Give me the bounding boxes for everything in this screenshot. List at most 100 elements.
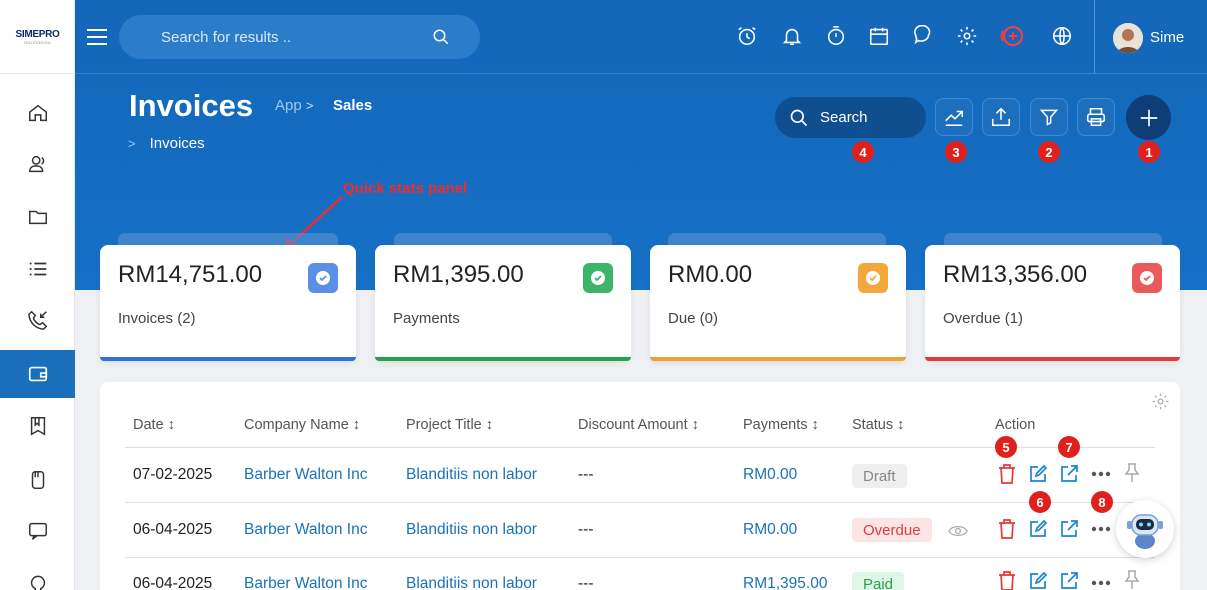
open-external-icon[interactable] [1058,463,1080,485]
page-title: Invoices [129,88,254,123]
search-label: Search [820,109,868,126]
sidebar-item-support[interactable] [0,560,75,590]
delete-icon[interactable] [996,518,1018,540]
assistant-bot-button[interactable] [1116,500,1174,558]
sidebar-item-contacts[interactable] [0,140,75,188]
menu-icon[interactable] [86,27,108,47]
col-date[interactable]: Date ↕ [133,417,175,433]
user-name[interactable]: Sime [1150,29,1184,46]
eye-icon[interactable] [948,524,968,538]
stat-card-invoices[interactable]: RM14,751.00 Invoices (2) [100,245,356,361]
cell-payments[interactable]: RM1,395.00 [743,575,827,590]
add-circle-icon[interactable] [998,22,1026,50]
filter-button[interactable] [1030,98,1068,136]
chat-icon [27,520,49,542]
stat-amount: RM1,395.00 [393,261,524,288]
stat-label: Payments [393,310,460,327]
invoice-search-button[interactable]: Search [775,97,926,138]
print-button[interactable] [1077,98,1115,136]
divider [125,502,1155,503]
edit-icon[interactable] [1027,570,1049,590]
cell-project-link[interactable]: Blanditiis non labor [406,575,537,590]
breadcrumb-sales[interactable]: Sales [333,97,372,114]
cell-discount: --- [578,521,594,538]
global-search[interactable]: Search for results .. [119,15,480,59]
avatar[interactable] [1113,23,1143,53]
stat-amount: RM14,751.00 [118,261,263,288]
stat-card-payments[interactable]: RM1,395.00 Payments [375,245,631,361]
stat-bar [925,357,1180,361]
cell-project-link[interactable]: Blanditiis non labor [406,521,537,539]
sidebar-item-files[interactable] [0,193,75,241]
sidebar-item-docs[interactable] [0,456,75,504]
annotation-label: Quick stats panel [343,180,468,197]
marker-8: 8 [1091,491,1113,513]
marker-4: 4 [852,141,874,163]
files-icon [27,469,49,491]
divider [125,557,1155,558]
sidebar-item-calls[interactable] [0,296,75,344]
check-badge-icon [308,263,338,293]
check-badge-icon [1132,263,1162,293]
col-project[interactable]: Project Title ↕ [406,417,493,433]
col-payments[interactable]: Payments ↕ [743,417,819,433]
search-icon [789,108,809,128]
cell-company-link[interactable]: Barber Walton Inc [244,466,367,484]
more-icon[interactable] [1090,572,1112,590]
stat-card-overdue[interactable]: RM13,356.00 Overdue (1) [925,245,1180,361]
cell-payments[interactable]: RM0.00 [743,466,797,484]
cell-project-link[interactable]: Blanditiis non labor [406,466,537,484]
marker-5: 5 [995,436,1017,458]
support-icon [27,573,49,590]
marker-6: 6 [1029,491,1051,513]
chat-icon[interactable] [910,22,938,50]
gear-icon[interactable] [953,22,981,50]
more-icon[interactable] [1090,463,1112,485]
cell-payments[interactable]: RM0.00 [743,521,797,539]
sidebar-item-home[interactable] [0,89,75,137]
breadcrumb-app[interactable]: App [275,97,302,114]
sidebar-item-list[interactable] [0,245,75,293]
edit-icon[interactable] [1027,463,1049,485]
timer-icon[interactable] [822,22,850,50]
stats-button[interactable] [935,98,973,136]
cell-company-link[interactable]: Barber Walton Inc [244,521,367,539]
contacts-icon [27,153,49,175]
table-settings-icon[interactable] [1151,392,1170,411]
delete-icon[interactable] [996,570,1018,590]
edit-icon[interactable] [1027,518,1049,540]
stat-card-due[interactable]: RM0.00 Due (0) [650,245,906,361]
add-invoice-button[interactable] [1126,95,1171,140]
cell-discount: --- [578,575,594,590]
pin-icon[interactable] [1121,569,1143,590]
cell-company-link[interactable]: Barber Walton Inc [244,575,367,590]
app-logo[interactable]: SIMEPRO SOLUTIONS INC [0,0,75,74]
stat-label: Invoices (2) [118,310,196,327]
breadcrumb-invoices: > Invoices [128,135,205,152]
search-icon[interactable] [432,28,450,46]
sidebar-item-sales[interactable] [0,350,75,398]
more-icon[interactable] [1090,518,1112,540]
col-status[interactable]: Status ↕ [852,417,904,433]
globe-icon[interactable] [1048,22,1076,50]
status-badge: Paid [852,572,905,590]
cell-date: 06-04-2025 [133,521,213,538]
stat-label: Due (0) [668,310,719,327]
delete-icon[interactable] [996,463,1018,485]
alarm-icon[interactable] [733,22,761,50]
pin-icon[interactable] [1121,462,1143,484]
wallet-icon [27,363,49,385]
status-badge: Overdue [852,518,932,542]
col-company[interactable]: Company Name ↕ [244,417,360,433]
sidebar-item-messages[interactable] [0,507,75,555]
search-placeholder: Search for results .. [161,28,292,46]
export-button[interactable] [982,98,1020,136]
sidebar-item-book[interactable] [0,402,75,450]
calendar-icon[interactable] [865,22,893,50]
bell-icon[interactable] [778,22,806,50]
open-external-icon[interactable] [1058,570,1080,590]
marker-7: 7 [1058,436,1080,458]
check-badge-icon [583,263,613,293]
col-discount[interactable]: Discount Amount ↕ [578,417,699,433]
open-external-icon[interactable] [1058,518,1080,540]
